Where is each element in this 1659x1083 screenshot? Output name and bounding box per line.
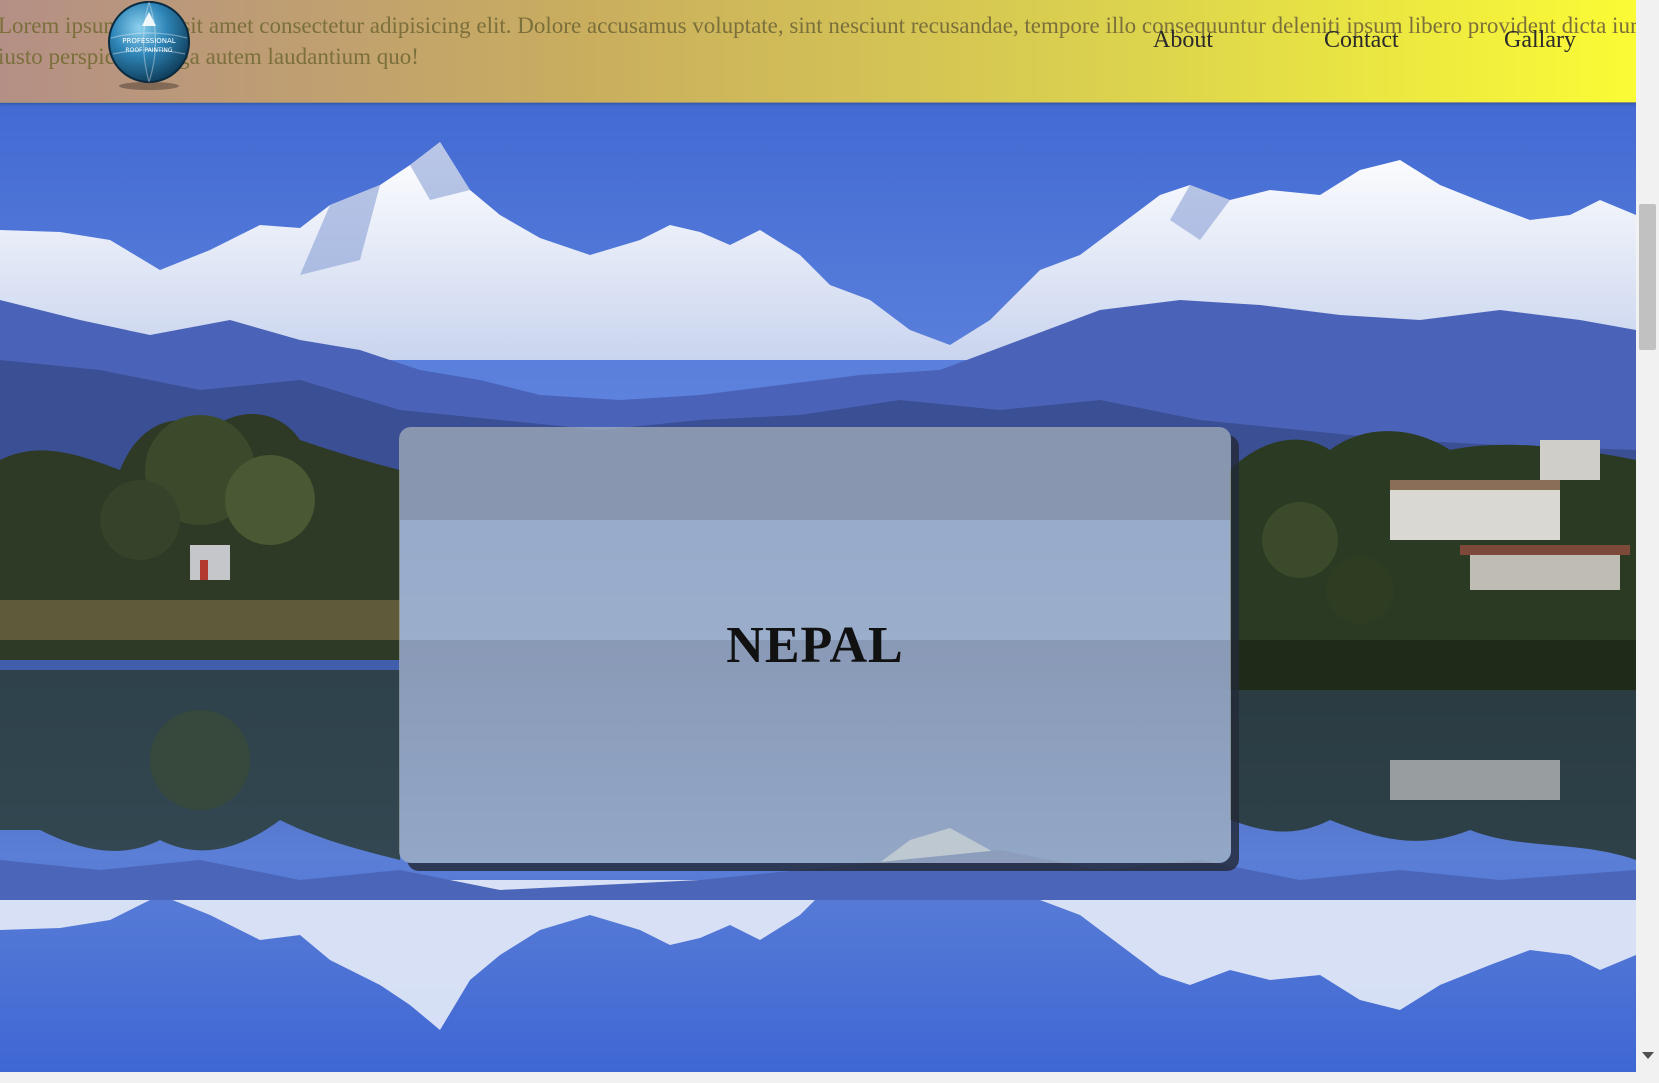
nav-link-about[interactable]: About: [1153, 27, 1213, 54]
nav-link-contact[interactable]: Contact: [1324, 27, 1399, 54]
globe-logo-icon: PROFESSIONAL ROOF PAINTING: [108, 1, 190, 90]
chevron-down-icon[interactable]: [1642, 1052, 1654, 1059]
hero-title: NEPAL: [726, 616, 904, 674]
intro-text-line-2: iusto perspiciatis fuga autem laudantium…: [0, 44, 419, 69]
site-header: Lorem ipsum dolor sit amet consectetur a…: [0, 0, 1648, 103]
intro-text-line-1: Lorem ipsum dolor sit amet consectetur a…: [0, 13, 1648, 38]
horizontal-scrollbar-track: [0, 1072, 1636, 1083]
site-logo[interactable]: PROFESSIONAL ROOF PAINTING: [108, 0, 190, 90]
vertical-scrollbar[interactable]: [1636, 0, 1659, 1083]
logo-text-line-1: PROFESSIONAL: [122, 37, 176, 45]
logo-text-line-2: ROOF PAINTING: [125, 47, 172, 54]
hero-card: NEPAL: [399, 427, 1231, 863]
scrollbar-thumb[interactable]: [1639, 204, 1656, 350]
nav-link-gallary[interactable]: Gallary: [1504, 27, 1576, 54]
